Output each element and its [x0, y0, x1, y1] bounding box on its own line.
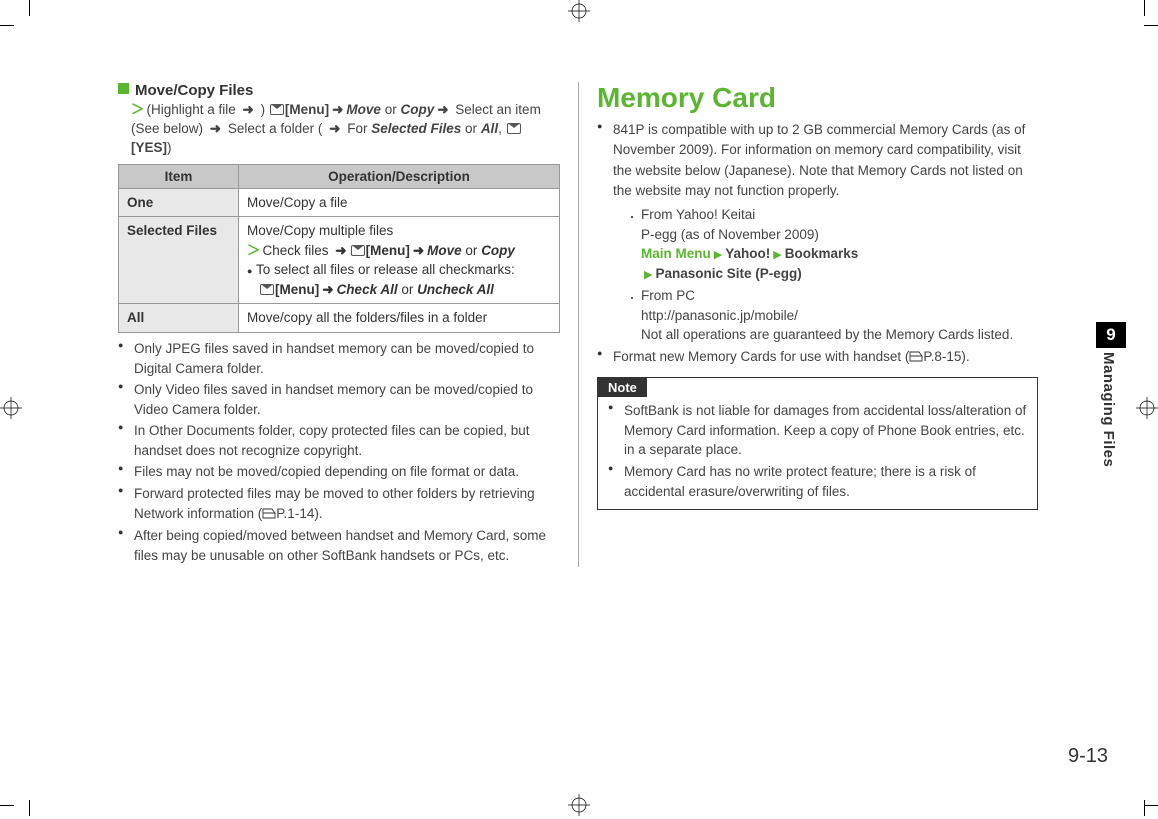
list-item: Format new Memory Cards for use with han… — [597, 347, 1038, 368]
envelope-icon — [351, 245, 365, 256]
crop-mark — [29, 800, 30, 816]
note-label: Note — [598, 378, 647, 397]
operation-table: Item Operation/Description One Move/Copy… — [118, 164, 560, 333]
list-item: SoftBank is not liable for damages from … — [608, 401, 1027, 460]
note-box: Note SoftBank is not liable for damages … — [597, 377, 1038, 510]
row-desc: Move/Copy multiple files ＞Check files ➜[… — [239, 217, 560, 304]
chevron-right-icon: ＞ — [247, 243, 263, 258]
list-item: Memory Card has no write protect feature… — [608, 462, 1027, 501]
row-desc: Move/Copy a file — [239, 188, 560, 217]
list-item: 841P is compatible with up to 2 GB comme… — [597, 120, 1038, 345]
registration-mark-icon — [1136, 397, 1158, 419]
procedure-text: ＞(Highlight a file ➜ ) [Menu]➜Move or Co… — [131, 101, 560, 158]
list-item: Only Video files saved in handset memory… — [118, 380, 560, 419]
table-row: Selected Files Move/Copy multiple files … — [119, 217, 560, 304]
row-label: All — [119, 304, 239, 333]
page-title: Memory Card — [597, 82, 1038, 114]
list-item: Files may not be moved/copied depending … — [118, 462, 560, 482]
crop-mark — [1144, 25, 1158, 26]
table-row: One Move/Copy a file — [119, 188, 560, 217]
right-column: Memory Card 841P is compatible with up t… — [578, 82, 1038, 567]
chapter-number: 9 — [1096, 322, 1126, 348]
square-bullet-icon — [118, 83, 129, 94]
list-item: In Other Documents folder, copy protecte… — [118, 421, 560, 460]
note-list: SoftBank is not liable for damages from … — [608, 401, 1027, 501]
sub-list: From Yahoo! Keitai P-egg (as of November… — [631, 205, 1038, 345]
crop-mark — [0, 25, 14, 26]
side-tab: 9 Managing Files — [1096, 322, 1126, 467]
envelope-icon — [260, 284, 274, 295]
page-ref-icon — [262, 505, 276, 525]
crop-mark — [1144, 805, 1158, 806]
page-body: Move/Copy Files ＞(Highlight a file ➜ ) [… — [118, 82, 1078, 762]
notes-list: Only JPEG files saved in handset memory … — [118, 339, 560, 565]
registration-mark-icon — [568, 794, 590, 816]
triangle-right-icon: ▶ — [711, 249, 725, 261]
triangle-right-icon: ▶ — [641, 269, 655, 281]
envelope-icon — [270, 104, 284, 115]
section-heading: Move/Copy Files — [118, 82, 560, 99]
registration-mark-icon — [0, 397, 22, 419]
chevron-right-icon: ＞ — [131, 102, 147, 117]
th-item: Item — [119, 164, 239, 188]
sub-item: From PC http://panasonic.jp/mobile/ Not … — [631, 286, 1038, 345]
page-ref-icon — [909, 348, 923, 368]
list-item: Only JPEG files saved in handset memory … — [118, 339, 560, 378]
sub-item: From Yahoo! Keitai P-egg (as of November… — [631, 205, 1038, 284]
row-label: Selected Files — [119, 217, 239, 304]
crop-mark — [29, 0, 30, 16]
crop-mark — [1144, 0, 1145, 16]
registration-mark-icon — [568, 0, 590, 22]
list-item: Forward protected files may be moved to … — [118, 484, 560, 524]
page-number: 9-13 — [1068, 745, 1108, 768]
table-row: All Move/copy all the folders/files in a… — [119, 304, 560, 333]
envelope-icon — [507, 123, 521, 134]
row-desc: Move/copy all the folders/files in a fol… — [239, 304, 560, 333]
triangle-right-icon: ▶ — [770, 249, 784, 261]
memory-list: 841P is compatible with up to 2 GB comme… — [597, 120, 1038, 367]
left-column: Move/Copy Files ＞(Highlight a file ➜ ) [… — [118, 82, 578, 567]
chapter-label: Managing Files — [1100, 352, 1117, 467]
row-label: One — [119, 188, 239, 217]
crop-mark — [1144, 800, 1145, 816]
list-item: After being copied/moved between handset… — [118, 526, 560, 565]
crop-mark — [0, 805, 14, 806]
heading-text: Move/Copy Files — [135, 82, 253, 99]
th-operation: Operation/Description — [239, 164, 560, 188]
